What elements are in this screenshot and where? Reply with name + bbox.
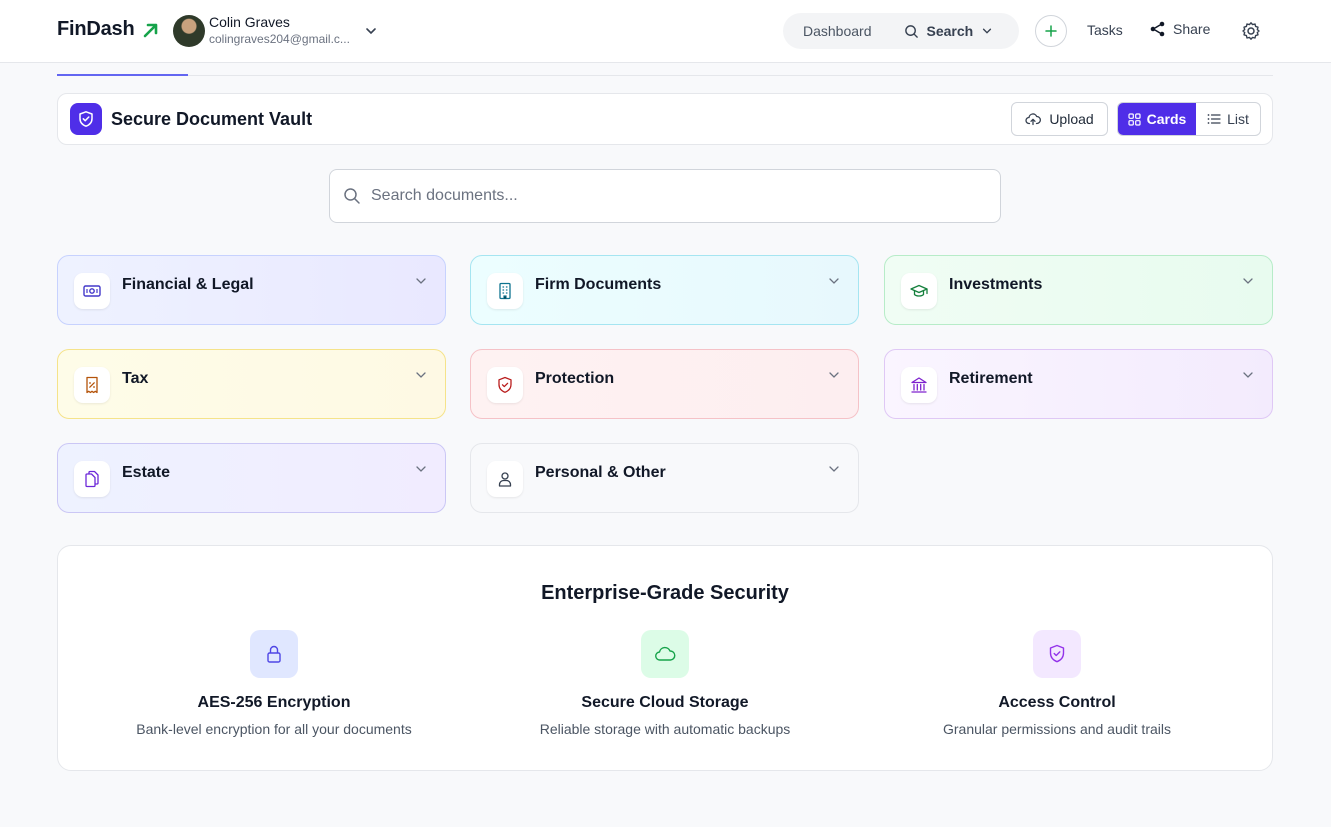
chevron-down-icon[interactable] <box>364 24 378 38</box>
page-title: Secure Document Vault <box>111 109 313 129</box>
category-label: Investments <box>949 276 1043 293</box>
chevron-down-icon <box>829 278 839 284</box>
grid-icon <box>1128 112 1141 126</box>
chevron-down-icon <box>416 372 426 378</box>
plus-icon <box>1045 25 1057 37</box>
cloud-icon <box>641 630 689 678</box>
upload-button[interactable]: Upload <box>1011 102 1108 136</box>
brand-name: FinDash <box>57 18 135 40</box>
category-label: Estate <box>122 464 171 481</box>
trend-up-arrow-icon <box>143 23 157 37</box>
tab-divider <box>57 75 1273 76</box>
user-icon <box>487 461 523 497</box>
category-label: Protection <box>535 370 615 387</box>
feature-encryption: AES-256 Encryption Bank-level encryption… <box>74 630 474 737</box>
chevron-down-icon <box>416 466 426 472</box>
chevron-down-icon <box>1243 278 1253 284</box>
view-toggle: Cards List <box>1117 102 1261 136</box>
shield-check-icon <box>487 367 523 403</box>
feature-description: Reliable storage with automatic backups <box>539 721 791 737</box>
search-icon <box>904 24 918 38</box>
landmark-icon <box>901 367 937 403</box>
feature-access-control: Access Control Granular permissions and … <box>857 630 1257 737</box>
shield-check-icon <box>1033 630 1081 678</box>
receipt-icon <box>74 367 110 403</box>
category-label: Financial & Legal <box>122 276 254 293</box>
cloud-upload-icon <box>1025 113 1042 126</box>
list-view-label: List <box>1227 111 1249 127</box>
category-retirement[interactable]: Retirement <box>884 349 1273 419</box>
building-icon <box>487 273 523 309</box>
files-icon <box>74 461 110 497</box>
security-title: Enterprise-Grade Security <box>541 582 789 604</box>
shield-check-icon <box>70 103 102 135</box>
nav-pill: Dashboard Search <box>783 13 1019 49</box>
feature-title: AES-256 Encryption <box>197 694 351 711</box>
feature-title: Secure Cloud Storage <box>581 694 749 711</box>
search-icon <box>344 188 360 204</box>
vault-header: Secure Document Vault Upload Cards List <box>57 93 1273 145</box>
avatar[interactable] <box>173 15 205 47</box>
category-label: Retirement <box>949 370 1033 387</box>
user-email: colingraves204@gmail.c... <box>209 32 350 46</box>
category-firm-documents[interactable]: Firm Documents <box>470 255 859 325</box>
nav-dashboard-link[interactable]: Dashboard <box>803 23 872 39</box>
search-input[interactable] <box>371 187 971 205</box>
category-tax[interactable]: Tax <box>57 349 446 419</box>
nav-search-label: Search <box>926 23 974 39</box>
search-box <box>329 169 1001 223</box>
feature-description: Bank-level encryption for all your docum… <box>136 721 412 737</box>
user-name: Colin Graves <box>209 14 290 30</box>
category-label: Firm Documents <box>535 276 662 293</box>
upload-label: Upload <box>1049 111 1094 127</box>
category-investments[interactable]: Investments <box>884 255 1273 325</box>
share-label: Share <box>1173 21 1211 37</box>
share-icon <box>1150 21 1165 37</box>
chevron-down-icon <box>829 372 839 378</box>
category-protection[interactable]: Protection <box>470 349 859 419</box>
add-button[interactable] <box>1035 15 1067 47</box>
security-panel: Enterprise-Grade Security AES-256 Encryp… <box>57 545 1273 771</box>
graduation-cap-icon <box>901 273 937 309</box>
category-estate[interactable]: Estate <box>57 443 446 513</box>
share-button[interactable]: Share <box>1149 20 1210 38</box>
cards-view-button[interactable]: Cards <box>1118 103 1196 135</box>
list-icon <box>1207 114 1221 124</box>
chevron-down-icon <box>1243 372 1253 378</box>
feature-cloud-storage: Secure Cloud Storage Reliable storage wi… <box>465 630 865 737</box>
chevron-down-icon <box>983 28 992 34</box>
feature-description: Granular permissions and audit trails <box>943 721 1171 737</box>
chevron-down-icon <box>829 466 839 472</box>
cards-view-label: Cards <box>1146 111 1187 127</box>
category-label: Tax <box>122 370 149 387</box>
active-tab-indicator <box>57 74 188 76</box>
lock-icon <box>250 630 298 678</box>
category-label: Personal & Other <box>535 464 666 481</box>
banknote-icon <box>74 273 110 309</box>
brand[interactable]: FinDash <box>57 18 161 41</box>
user-menu[interactable]: Colin Graves colingraves204@gmail.c... <box>209 14 359 46</box>
nav-search-dropdown[interactable]: Search <box>904 23 994 39</box>
tasks-link[interactable]: Tasks <box>1087 22 1123 38</box>
top-bar: FinDash Colin Graves colingraves204@gmai… <box>0 0 1331 63</box>
feature-title: Access Control <box>998 694 1116 711</box>
category-personal-other[interactable]: Personal & Other <box>470 443 859 513</box>
list-view-button[interactable]: List <box>1196 103 1260 135</box>
category-financial-legal[interactable]: Financial & Legal <box>57 255 446 325</box>
chevron-down-icon <box>416 278 426 284</box>
gear-icon[interactable] <box>1241 21 1261 41</box>
